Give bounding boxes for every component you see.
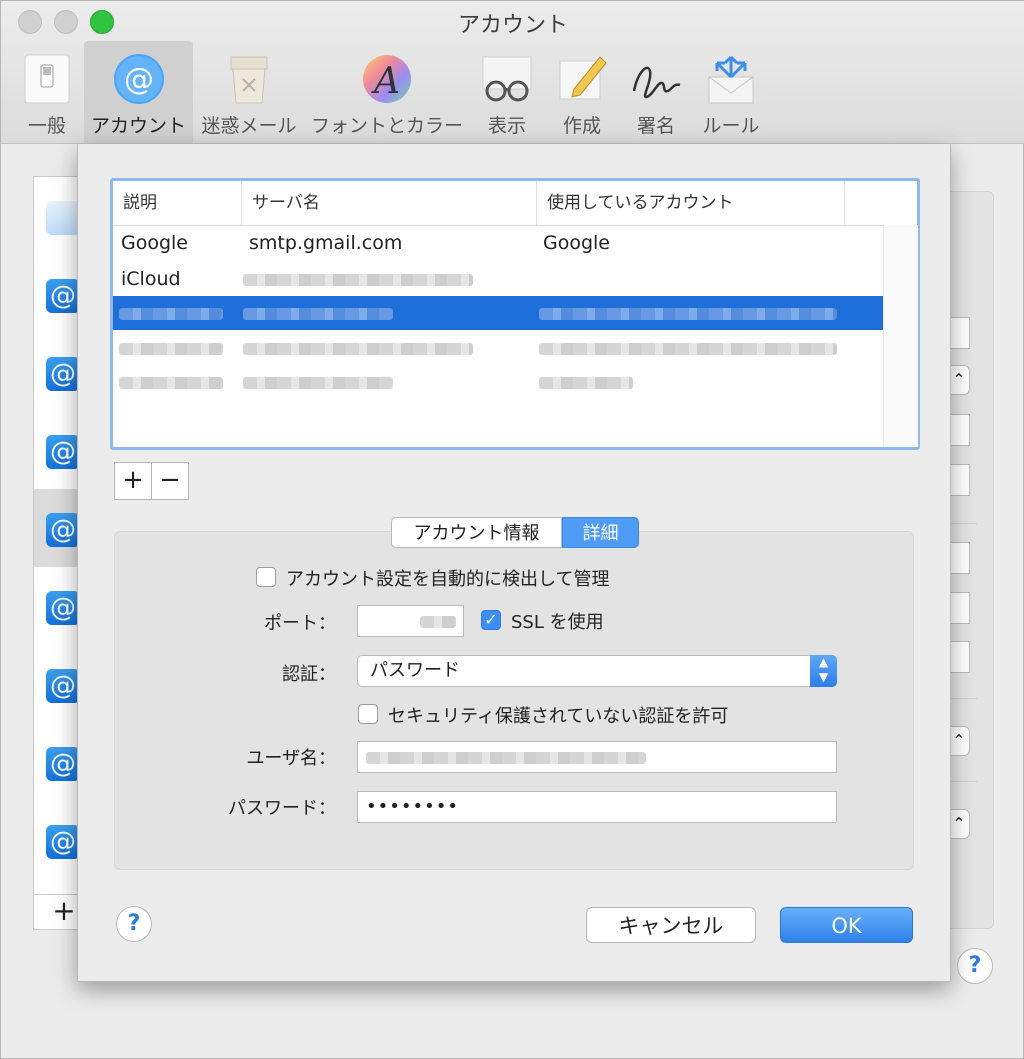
ssl-label: SSL を使用 <box>511 612 604 633</box>
redacted-text <box>420 616 456 628</box>
window-title: アカウント <box>457 13 568 38</box>
username-label: ユーザ名： <box>246 748 336 769</box>
title-bar: アカウント 一般 @ アカウント 迷惑メール A フォントとカラー 表示 作成 … <box>1 1 1024 144</box>
redacted-text <box>539 377 633 389</box>
at-icon: @ <box>46 357 80 391</box>
column-header-extra <box>844 181 883 225</box>
at-icon: @ <box>113 54 164 104</box>
toolbar-fonts-colors[interactable]: A フォントとカラー <box>307 41 467 143</box>
at-icon: @ <box>46 825 80 859</box>
smtp-server-table: 説明 サーバ名 使用しているアカウント Google smtp.gmail.co… <box>110 178 920 450</box>
redacted-text <box>243 274 473 286</box>
toolbar-viewing[interactable]: 表示 <box>476 41 538 143</box>
column-header-account[interactable]: 使用しているアカウント <box>536 181 844 225</box>
background-field <box>949 641 970 673</box>
username-input[interactable] <box>357 741 837 773</box>
chevron-updown-icon: ⌃ <box>949 726 970 756</box>
auth-value: パスワード <box>370 660 460 681</box>
ssl-checkbox[interactable]: ✓ <box>481 610 501 630</box>
auto-detect-checkbox[interactable] <box>256 567 276 587</box>
divider <box>949 523 977 524</box>
cell-account: Google <box>543 232 611 254</box>
ok-button[interactable]: OK <box>780 907 913 943</box>
switch-icon <box>24 54 70 104</box>
column-header-description[interactable]: 説明 <box>113 181 241 225</box>
table-row[interactable] <box>113 365 883 399</box>
toolbar-junk[interactable]: 迷惑メール <box>199 41 299 143</box>
add-server-button[interactable]: + <box>114 462 152 500</box>
cell-description: Google <box>121 232 189 254</box>
preferences-window: アカウント 一般 @ アカウント 迷惑メール A フォントとカラー 表示 作成 … <box>0 0 1024 1059</box>
redacted-text <box>243 308 393 320</box>
toolbar-rules[interactable]: ルール <box>698 41 764 143</box>
chevron-updown-icon: ▲ ▼ <box>810 655 837 687</box>
table-scrollbar[interactable] <box>883 225 918 447</box>
at-icon: @ <box>46 279 80 313</box>
redacted-text <box>243 377 393 389</box>
redacted-text <box>243 343 473 355</box>
rules-icon <box>708 55 754 104</box>
background-field <box>949 592 970 624</box>
divider <box>949 698 977 699</box>
cancel-button[interactable]: キャンセル <box>586 907 756 943</box>
background-help-button[interactable]: ? <box>957 948 993 984</box>
toolbar-general[interactable]: 一般 <box>15 41 79 143</box>
tab-detail[interactable]: 詳細 <box>562 517 639 548</box>
auto-detect-label: アカウント設定を自動的に検出して管理 <box>286 569 610 590</box>
auth-label: 認証： <box>282 664 336 685</box>
divider <box>949 781 977 782</box>
redacted-text <box>119 308 223 320</box>
insecure-auth-label: セキュリティ保護されていない認証を許可 <box>388 706 729 727</box>
signature-icon <box>632 66 681 99</box>
chevron-updown-icon: ⌃ <box>949 809 970 839</box>
table-header: 説明 サーバ名 使用しているアカウント <box>113 181 917 226</box>
redacted-text <box>119 343 223 355</box>
help-button[interactable]: ? <box>116 906 152 942</box>
toolbar-composing[interactable]: 作成 <box>551 41 613 143</box>
chevron-updown-icon: ⌃ <box>949 365 970 395</box>
tab-account-info[interactable]: アカウント情報 <box>391 517 562 548</box>
cell-description: iCloud <box>121 268 181 290</box>
redacted-text <box>539 343 837 355</box>
redacted-text <box>366 752 646 764</box>
compose-icon <box>559 56 607 100</box>
background-field <box>949 542 970 574</box>
port-input[interactable] <box>357 605 464 637</box>
toolbar-accounts[interactable]: @ アカウント <box>84 41 193 143</box>
background-field <box>949 464 970 496</box>
svg-text:@: @ <box>124 62 154 97</box>
at-icon: @ <box>46 435 80 469</box>
table-row[interactable]: Google smtp.gmail.com Google <box>113 226 883 260</box>
table-row[interactable]: iCloud <box>113 262 883 296</box>
redacted-text <box>119 377 223 389</box>
smtp-server-sheet: 説明 サーバ名 使用しているアカウント Google smtp.gmail.co… <box>77 144 951 982</box>
svg-text:A: A <box>371 61 400 102</box>
at-icon: @ <box>46 747 80 781</box>
background-field <box>949 317 970 349</box>
toolbar-signatures[interactable]: 署名 <box>623 41 689 143</box>
redacted-text <box>539 308 837 320</box>
glasses-icon <box>482 56 532 102</box>
remove-server-button[interactable]: − <box>151 462 189 500</box>
junk-icon <box>230 56 268 104</box>
password-input[interactable]: •••••••• <box>357 791 837 823</box>
at-icon: @ <box>46 669 80 703</box>
table-row-selected[interactable] <box>113 296 883 330</box>
password-label: パスワード： <box>228 798 336 819</box>
icloud-icon <box>46 201 80 235</box>
column-header-server[interactable]: サーバ名 <box>241 181 536 225</box>
table-row[interactable] <box>113 331 883 365</box>
cell-server: smtp.gmail.com <box>249 232 403 254</box>
font-icon: A <box>363 55 411 103</box>
port-label: ポート： <box>264 613 336 634</box>
auth-popup[interactable]: パスワード ▲ ▼ <box>357 655 837 687</box>
at-icon: @ <box>46 591 80 625</box>
at-icon: @ <box>46 513 80 547</box>
background-field <box>949 414 970 446</box>
insecure-auth-checkbox[interactable] <box>358 704 378 724</box>
